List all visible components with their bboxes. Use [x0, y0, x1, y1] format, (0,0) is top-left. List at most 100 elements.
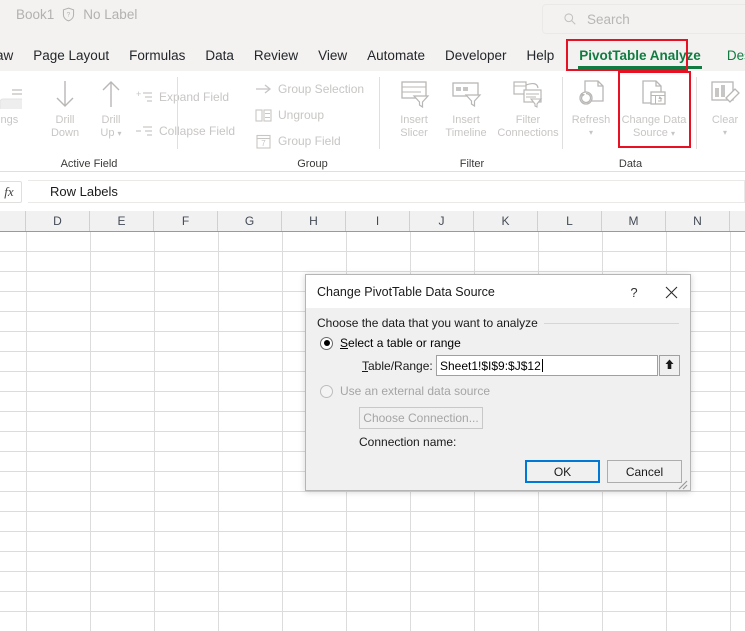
resize-grip-icon[interactable]	[676, 478, 688, 490]
tab-data[interactable]: Data	[195, 44, 244, 68]
ribbon-tab-strip: aw Page Layout Formulas Data Review View…	[0, 40, 745, 71]
svg-text:?: ?	[67, 12, 71, 19]
formula-input[interactable]: Row Labels	[28, 180, 745, 203]
tab-automate[interactable]: Automate	[357, 44, 435, 68]
refresh-button[interactable]: Refresh ▾	[566, 77, 616, 139]
group-selection-arrow-icon	[255, 81, 272, 97]
expand-field-icon: +	[136, 89, 153, 105]
svg-text:+: +	[136, 90, 141, 99]
ok-button[interactable]: OK	[525, 460, 600, 483]
drill-down-label-line2: Down	[50, 126, 80, 139]
ungroup-button[interactable]: Ungroup	[255, 107, 324, 123]
insert-function-icon[interactable]: fx	[0, 180, 22, 203]
insert-slicer-label-line1: Insert	[400, 114, 428, 126]
expand-field-button[interactable]: + Expand Field	[136, 89, 229, 105]
refresh-icon	[574, 77, 608, 111]
collapse-field-button[interactable]: Collapse Field	[136, 123, 235, 139]
tab-review[interactable]: Review	[244, 44, 308, 68]
group-divider	[696, 77, 697, 149]
group-field-button[interactable]: 7 Group Field	[255, 133, 341, 149]
range-picker-button[interactable]	[659, 355, 680, 376]
drill-down-button[interactable]: Drill Down	[42, 77, 88, 139]
column-header-H[interactable]: H	[282, 211, 346, 231]
group-field-calendar-icon: 7	[255, 133, 272, 149]
group-divider	[177, 77, 178, 149]
collapse-dialog-up-arrow-icon	[663, 358, 676, 374]
tab-design[interactable]: Design	[717, 44, 745, 68]
drill-up-label-line1: Drill	[101, 114, 121, 126]
dialog-legend: Choose the data that you want to analyze	[317, 316, 544, 330]
column-header-K[interactable]: K	[474, 211, 538, 231]
column-header-corner[interactable]	[0, 211, 26, 231]
cancel-button[interactable]: Cancel	[607, 460, 682, 483]
clear-label: Clear	[711, 114, 739, 126]
insert-timeline-button[interactable]: Insert Timeline	[437, 77, 495, 139]
expand-field-label: Expand Field	[159, 90, 230, 104]
filter-connections-label-line2: Connections	[497, 126, 559, 139]
title-bar: Book1 ? No Label Search	[0, 0, 745, 40]
tab-view[interactable]: View	[308, 44, 357, 68]
tab-draw[interactable]: aw	[0, 44, 23, 68]
text-caret	[541, 359, 543, 372]
refresh-label: Refresh	[571, 114, 611, 126]
search-icon	[563, 12, 577, 26]
insert-timeline-label-line1: Insert	[452, 114, 480, 126]
dialog-title-bar[interactable]: Change PivotTable Data Source ?	[306, 275, 690, 308]
column-header-L[interactable]: L	[538, 211, 602, 231]
question-mark-icon[interactable]: ?	[624, 282, 644, 302]
tab-page-layout[interactable]: Page Layout	[23, 44, 119, 68]
column-header-N[interactable]: N	[666, 211, 730, 231]
radio-button-unselected-icon	[320, 384, 333, 398]
group-selection-label: Group Selection	[278, 82, 365, 96]
ribbon-group-group: Group Selection Ungroup 7 Group Field Gr…	[245, 71, 380, 172]
column-header-I[interactable]: I	[346, 211, 410, 231]
group-caption-group: Group	[297, 158, 328, 170]
chevron-down-icon: ▾	[722, 127, 727, 137]
drill-down-label-line1: Drill	[55, 114, 75, 126]
tab-pivottable-analyze[interactable]: PivotTable Analyze	[569, 44, 711, 69]
filter-connections-icon	[511, 77, 545, 111]
field-settings-label: ettings	[0, 114, 19, 126]
radio-use-external-data-source[interactable]: Use an external data source	[320, 384, 490, 398]
change-data-source-label-line1: Change Data	[621, 114, 687, 126]
chevron-down-icon: ▾	[670, 128, 675, 138]
search-input[interactable]: Search	[542, 4, 745, 34]
clear-button[interactable]: Clear ▾	[700, 77, 745, 139]
drill-up-label-line2: Up ▾	[100, 126, 122, 139]
shield-question-icon: ?	[61, 7, 76, 22]
insert-slicer-button[interactable]: Insert Slicer	[389, 77, 439, 139]
column-header-J[interactable]: J	[410, 211, 474, 231]
group-divider	[562, 77, 563, 149]
workbook-name: Book1	[16, 7, 55, 22]
search-placeholder: Search	[587, 11, 630, 27]
table-range-input[interactable]: Sheet1!$I$9:$J$12	[436, 355, 658, 376]
choose-connection-button[interactable]: Choose Connection...	[359, 407, 483, 429]
dialog-title: Change PivotTable Data Source	[317, 284, 495, 299]
svg-text:7: 7	[261, 139, 266, 148]
ribbon-group-actions: Clear ▾	[698, 71, 745, 172]
drill-up-button[interactable]: Drill Up ▾	[88, 77, 134, 140]
tab-help[interactable]: Help	[517, 44, 565, 68]
filter-connections-button[interactable]: Filter Connections	[495, 77, 561, 139]
formula-bar: fx Row Labels	[0, 172, 745, 211]
radio-select-table-or-range[interactable]: Select a table or range	[320, 336, 461, 350]
column-header-F[interactable]: F	[154, 211, 218, 231]
column-header-M[interactable]: M	[602, 211, 666, 231]
column-header-E[interactable]: E	[90, 211, 154, 231]
ribbon-group-filter: Insert Slicer Insert Timeline Filter Con…	[381, 71, 563, 172]
chevron-down-icon: ▾	[117, 128, 122, 138]
column-header-G[interactable]: G	[218, 211, 282, 231]
change-data-source-label-line2: Source ▾	[633, 126, 675, 139]
close-icon[interactable]	[660, 282, 682, 302]
group-selection-button[interactable]: Group Selection	[255, 81, 364, 97]
column-header-D[interactable]: D	[26, 211, 90, 231]
radio-button-selected-icon	[320, 336, 333, 350]
table-range-value: Sheet1!$I$9:$J$12	[440, 358, 541, 373]
ribbon-group-active-field: ettings Drill Down Drill Up ▾	[0, 71, 235, 172]
clear-icon	[708, 77, 742, 111]
tab-developer[interactable]: Developer	[435, 44, 517, 68]
tab-formulas[interactable]: Formulas	[119, 44, 195, 68]
accel-char: S	[340, 336, 349, 350]
change-data-source-button[interactable]: Change Data Source ▾	[619, 77, 689, 140]
field-settings-button[interactable]: ettings	[0, 85, 32, 127]
